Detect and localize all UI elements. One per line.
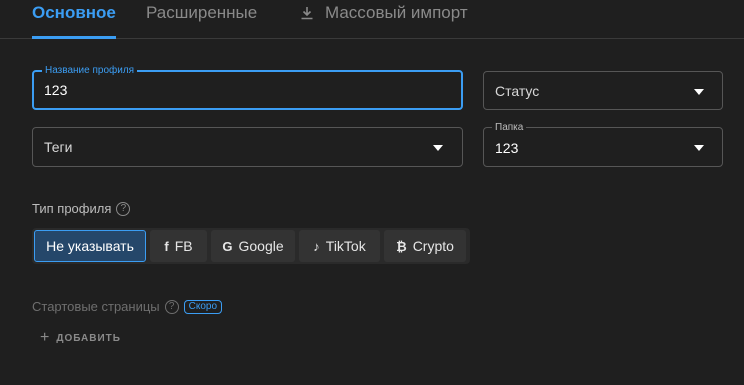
tiktok-icon: ♪ <box>313 238 320 254</box>
tab-bulk-import-label: Массовый импорт <box>325 3 468 22</box>
type-option-none[interactable]: Не указывать <box>34 230 146 262</box>
type-option-none-label: Не указывать <box>46 238 134 254</box>
tab-bulk-import[interactable]: Массовый импорт <box>299 0 468 38</box>
start-pages-label: Стартовые страницы <box>32 299 160 314</box>
type-option-google[interactable]: G Google <box>211 230 295 262</box>
type-option-crypto-label: Crypto <box>412 238 454 254</box>
profile-name-value: 123 <box>44 82 68 98</box>
tags-placeholder: Теги <box>44 139 73 155</box>
soon-badge: Скоро <box>183 300 223 314</box>
tab-advanced[interactable]: Расширенные <box>146 0 257 38</box>
chevron-down-icon <box>433 145 443 151</box>
chevron-down-icon <box>694 145 704 151</box>
type-option-google-label: Google <box>238 238 284 254</box>
chevron-down-icon <box>694 89 704 95</box>
download-icon <box>301 7 313 20</box>
bitcoin-icon: ₿ <box>396 238 407 254</box>
tab-bar: Основное Расширенные Массовый импорт <box>0 0 744 39</box>
profile-name-label: Название профиля <box>42 65 138 77</box>
tags-select[interactable]: Теги <box>32 127 463 167</box>
active-tab-indicator <box>32 36 116 39</box>
start-pages-heading: Стартовые страницы ? Скоро <box>32 298 223 316</box>
google-icon: G <box>222 238 233 254</box>
status-select[interactable]: Статус <box>483 71 723 110</box>
status-placeholder: Статус <box>495 83 540 99</box>
help-icon[interactable]: ? <box>116 202 131 216</box>
type-option-tiktok[interactable]: ♪ TikTok <box>299 230 380 262</box>
folder-value: 123 <box>495 140 519 156</box>
folder-label: Папка <box>492 122 527 134</box>
facebook-icon: f <box>164 238 169 254</box>
tab-basic-label: Основное <box>32 3 116 22</box>
add-start-page-button[interactable]: + ДОБАВИТЬ <box>40 329 121 347</box>
type-option-crypto[interactable]: ₿ Crypto <box>384 230 466 262</box>
type-option-fb-label: FB <box>174 238 193 254</box>
profile-type-label: Тип профиля <box>32 201 112 216</box>
type-option-fb[interactable]: f FB <box>150 230 207 262</box>
help-icon[interactable]: ? <box>164 300 179 314</box>
profile-type-selector: Не указывать f FB G Google ♪ TikTok ₿ Cr… <box>32 228 470 264</box>
add-start-page-label: ДОБАВИТЬ <box>56 332 121 344</box>
folder-select[interactable]: Папка 123 <box>483 122 723 167</box>
tab-basic[interactable]: Основное <box>32 0 116 38</box>
profile-type-heading: Тип профиля ? <box>32 200 131 218</box>
type-option-tiktok-label: TikTok <box>325 238 366 254</box>
tab-advanced-label: Расширенные <box>146 3 258 22</box>
profile-name-field[interactable]: Название профиля 123 <box>32 65 463 110</box>
plus-icon: + <box>40 329 51 346</box>
